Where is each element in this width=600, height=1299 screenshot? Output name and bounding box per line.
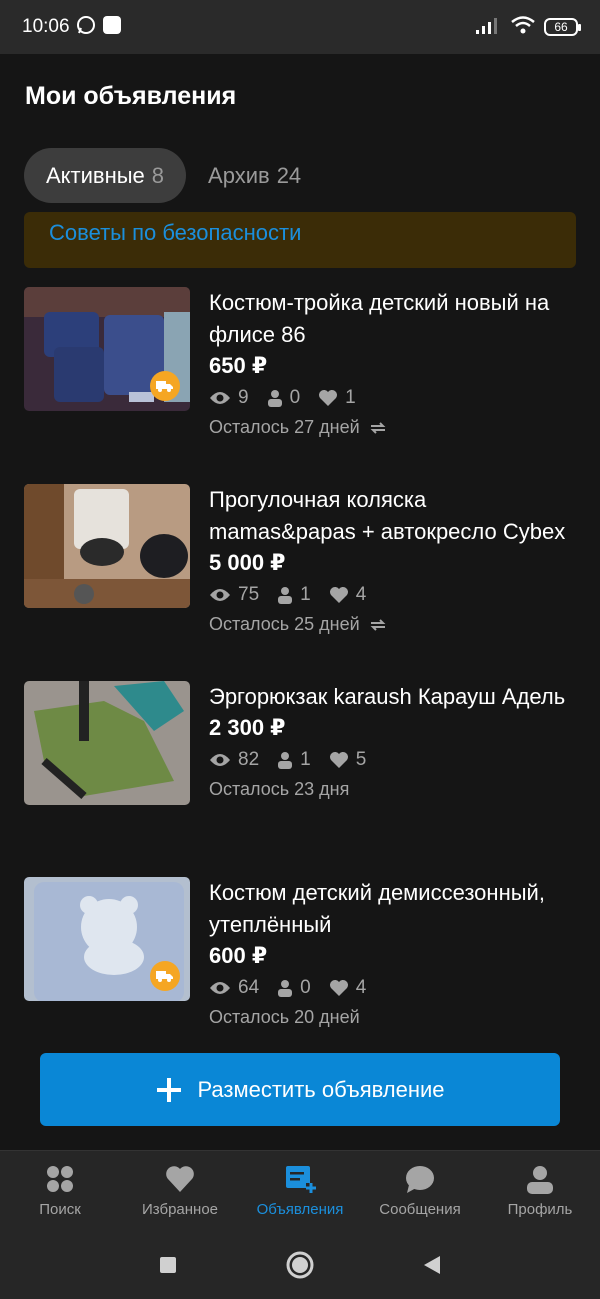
listing-price: 5 000 ₽ — [209, 550, 286, 575]
tab-count: 24 — [276, 162, 302, 188]
listing-photo[interactable] — [24, 484, 190, 608]
battery-icon: 66 — [544, 18, 581, 36]
whatsapp-icon — [76, 15, 96, 40]
nav-favorites[interactable]: Избранное — [120, 1151, 240, 1230]
favorites-count: 1 — [345, 387, 356, 408]
autorenew-icon — [370, 618, 386, 631]
system-nav-bar — [0, 1230, 600, 1299]
listing-item[interactable]: Эргорюкзак karaush Карауш Адель 2 300 ₽ … — [24, 681, 584, 861]
nav-label: Объявления — [256, 1201, 344, 1218]
truck-icon — [156, 381, 173, 392]
nav-messages[interactable]: Сообщения — [360, 1151, 480, 1230]
nav-profile[interactable]: Профиль — [480, 1151, 600, 1230]
eye-icon — [210, 754, 230, 766]
nav-label: Профиль — [507, 1201, 573, 1218]
home-icon[interactable] — [286, 1251, 314, 1279]
listing-title[interactable]: Костюм-тройка детский новый на флисе 86 — [209, 287, 579, 351]
views-count: 9 — [238, 387, 249, 408]
contacts-count: 0 — [300, 977, 311, 998]
tabs: Активные 8 Архив 24 — [24, 148, 301, 203]
recents-icon[interactable] — [158, 1255, 178, 1275]
notification-icon — [102, 15, 122, 40]
safety-tips-link[interactable]: Советы по безопасности — [49, 220, 301, 245]
favorites-count: 4 — [355, 977, 367, 998]
bottom-nav: Поиск Избранное Объявления Сообщения Про… — [0, 1150, 600, 1230]
profile-icon — [527, 1166, 553, 1194]
listing-photo[interactable] — [24, 877, 190, 1001]
tab-label: Архив — [208, 162, 270, 188]
person-icon — [278, 980, 293, 997]
eye-icon — [210, 589, 230, 601]
favorites-count: 4 — [355, 584, 367, 605]
listing-title[interactable]: Эргорюкзак karaush Карауш Адель — [209, 681, 579, 713]
listing-title[interactable]: Прогулочная коляска mamas&papas + автокр… — [209, 484, 579, 548]
nav-label: Сообщения — [379, 1201, 461, 1218]
delivery-badge — [150, 371, 180, 401]
eye-icon — [210, 982, 230, 994]
nav-label: Поиск — [39, 1201, 81, 1218]
listing-price: 650 ₽ — [209, 353, 268, 378]
nav-label: Избранное — [141, 1201, 219, 1218]
views-count: 64 — [238, 977, 260, 998]
nav-listings[interactable]: Объявления — [240, 1151, 360, 1230]
truck-icon — [156, 971, 173, 982]
post-listing-button[interactable]: Разместить объявление — [40, 1053, 560, 1126]
tab-count: 8 — [151, 162, 165, 188]
time-remaining: Осталось 25 дней — [209, 614, 360, 634]
listing-item[interactable]: Прогулочная коляска mamas&papas + автокр… — [24, 484, 584, 664]
safety-tips-banner[interactable]: Советы по безопасности — [24, 212, 576, 268]
person-icon — [267, 390, 282, 407]
search-icon — [47, 1166, 73, 1192]
listing-price: 2 300 ₽ — [209, 715, 286, 740]
person-icon — [278, 587, 293, 604]
listing-item[interactable]: Костюм детский демиссезонный, утеплённый… — [24, 877, 584, 1057]
delivery-badge — [150, 961, 180, 991]
tab-label: Активные — [46, 162, 145, 188]
contacts-count: 1 — [300, 584, 311, 605]
post-listing-label: Разместить объявление — [197, 1076, 445, 1102]
listing-item[interactable]: Костюм-тройка детский новый на флисе 86 … — [24, 287, 584, 467]
eye-icon — [210, 392, 230, 404]
time-remaining: Осталось 27 дней — [209, 417, 360, 437]
heart-icon — [166, 1166, 194, 1192]
listing-photo[interactable] — [24, 681, 190, 805]
heart-icon — [319, 390, 338, 406]
listing-photo[interactable] — [24, 287, 190, 411]
page-title: Мои объявления — [25, 82, 237, 110]
favorites-count: 5 — [355, 749, 367, 770]
views-count: 82 — [238, 749, 260, 770]
listing-title[interactable]: Костюм детский демиссезонный, утеплённый — [209, 877, 579, 941]
heart-icon — [329, 752, 348, 768]
status-time: 10:06 — [22, 16, 70, 37]
wifi-icon — [510, 15, 536, 40]
back-icon[interactable] — [422, 1255, 442, 1275]
tab-active[interactable]: Активные 8 — [24, 148, 187, 203]
signal-icon — [476, 16, 502, 39]
time-remaining: Осталось 23 дня — [209, 779, 350, 799]
listing-price: 600 ₽ — [209, 943, 268, 968]
views-count: 75 — [238, 584, 260, 605]
heart-icon — [329, 587, 348, 603]
contacts-count: 1 — [300, 749, 311, 770]
autorenew-icon — [370, 421, 386, 434]
chat-icon — [406, 1166, 434, 1193]
plus-icon — [157, 1077, 182, 1102]
heart-icon — [329, 980, 348, 996]
status-bar: 10:06 66 — [0, 0, 600, 54]
nav-search[interactable]: Поиск — [0, 1151, 120, 1230]
person-icon — [278, 752, 293, 769]
time-remaining: Осталось 20 дней — [209, 1007, 360, 1027]
contacts-count: 0 — [289, 387, 301, 408]
tab-archive[interactable]: Архив 24 — [208, 163, 301, 189]
listings-icon — [286, 1166, 316, 1193]
